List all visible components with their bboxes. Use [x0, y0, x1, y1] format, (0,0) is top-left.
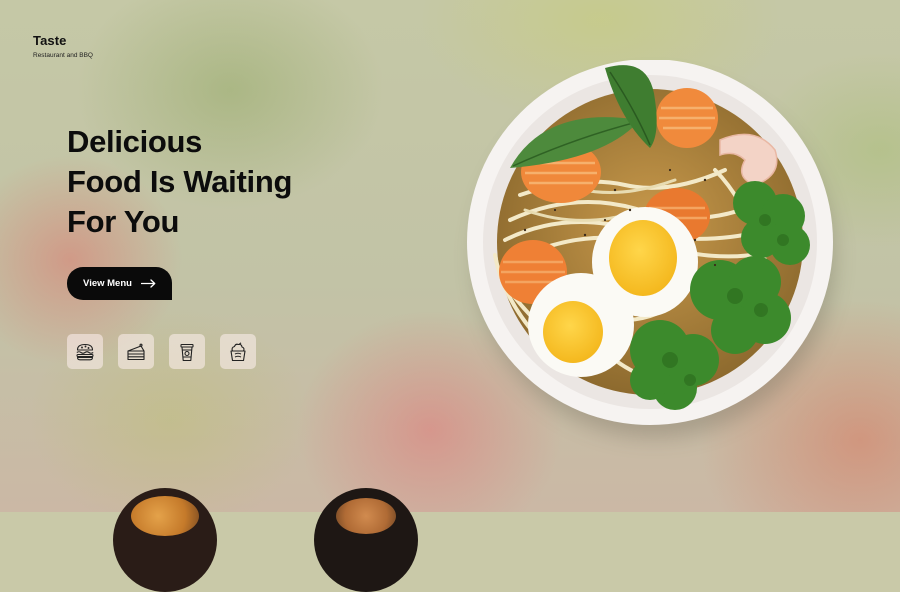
arrow-right-icon [140, 279, 156, 288]
dish-thumbnail-1-food [131, 496, 199, 536]
burger-icon [76, 343, 94, 360]
category-ice-cream[interactable] [220, 334, 256, 369]
dish-thumbnail-2[interactable] [314, 488, 418, 592]
brand-subtitle: Restaurant and BBQ [33, 52, 93, 59]
brand-title: Taste [33, 33, 67, 48]
view-menu-label: View Menu [83, 278, 132, 289]
ramen-bowl-illustration [467, 60, 833, 425]
view-menu-button[interactable]: View Menu [67, 267, 172, 300]
dish-thumbnail-2-food [336, 498, 396, 534]
hero-heading: Delicious Food Is Waiting For You [67, 122, 292, 242]
ice-cream-icon [230, 341, 246, 361]
dish-thumbnail-1[interactable] [113, 488, 217, 592]
hero-heading-line-2: Food Is Waiting [67, 164, 293, 199]
category-drink[interactable] [169, 334, 205, 369]
hero-heading-line-3: For You [67, 204, 180, 239]
category-cake[interactable] [118, 334, 154, 369]
food-bowl-image [465, 60, 835, 438]
category-icons [67, 334, 256, 369]
category-burger[interactable] [67, 334, 103, 369]
hero-heading-line-1: Delicious [67, 124, 203, 159]
brand-logo[interactable]: Taste Restaurant and BBQ [33, 33, 93, 59]
drink-cup-icon [180, 343, 194, 361]
cake-slice-icon [127, 343, 145, 360]
